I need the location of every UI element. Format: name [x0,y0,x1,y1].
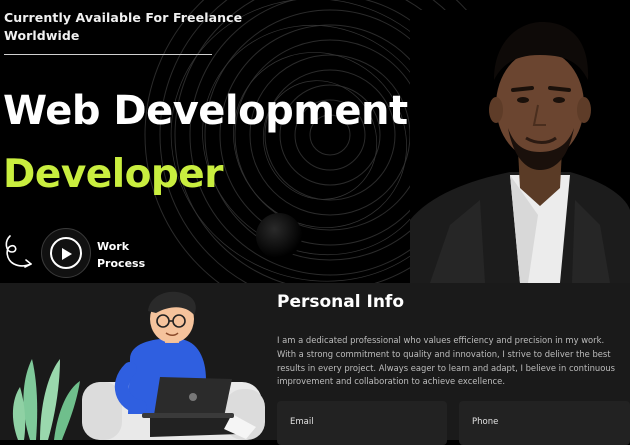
hero-section: Currently Available For Freelance Worldw… [0,0,630,283]
work-process-line-1: Work [97,240,130,253]
hero-headline: Web Development [3,88,408,134]
divider [4,54,212,55]
decorative-sphere [256,213,302,259]
hero-subheadline: Developer [3,152,223,197]
phone-label: Phone [472,417,499,427]
work-process-line-2: Process [97,257,146,270]
personal-info-paragraph: I am a dedicated professional who values… [277,335,616,387]
phone-field[interactable]: Phone [459,401,630,445]
personal-info-title: Personal Info [277,292,404,312]
developer-illustration [12,291,265,440]
developer-portrait [410,10,630,283]
availability-line-1: Currently Available For Freelance [4,10,243,25]
email-label: Email [290,417,314,427]
play-button-inner [50,237,82,269]
curly-arrow-icon [5,235,32,268]
availability-line-2: Worldwide [4,28,80,43]
play-icon [62,248,72,260]
personal-info-section: Personal Info I am a dedicated professio… [0,283,630,445]
availability-text: Currently Available For Freelance Worldw… [4,9,242,45]
work-process-label[interactable]: Work Process [97,238,157,272]
work-process-play-button[interactable] [41,228,91,278]
email-field[interactable]: Email [277,401,447,445]
